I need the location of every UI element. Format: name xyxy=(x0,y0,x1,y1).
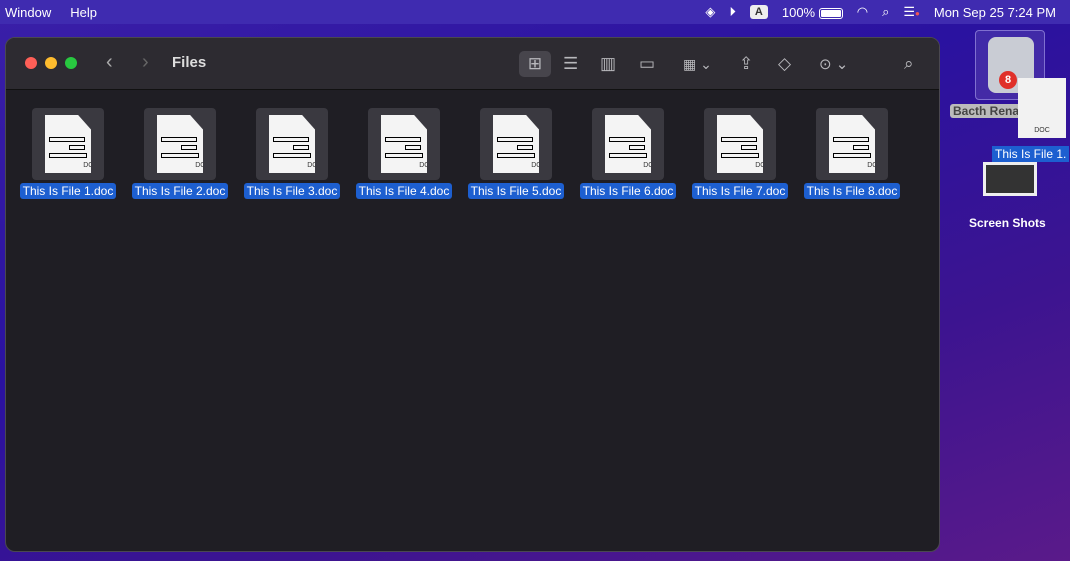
forward-icon[interactable]: › xyxy=(142,51,149,74)
file-thumbnail: DOC xyxy=(256,108,328,180)
battery-icon xyxy=(818,7,843,19)
menu-help[interactable]: Help xyxy=(70,5,97,20)
doc-icon: DOC xyxy=(829,115,875,173)
doc-icon: DOC xyxy=(381,115,427,173)
drag-label: This Is File 1. xyxy=(992,146,1070,162)
file-thumbnail: DOC xyxy=(704,108,776,180)
file-name: This Is File 5.doc xyxy=(467,183,565,199)
zoom-button[interactable] xyxy=(65,57,77,69)
file-item[interactable]: DOC This Is File 1.doc xyxy=(12,108,124,200)
doc-label: DOC xyxy=(307,162,323,169)
file-item[interactable]: DOC This Is File 2.doc xyxy=(124,108,236,200)
doc-icon: DOC xyxy=(717,115,763,173)
doc-label: DOC xyxy=(643,162,659,169)
icon-view-icon[interactable]: ⊞ xyxy=(519,51,551,77)
doc-label: DOC xyxy=(195,162,211,169)
more-actions-icon[interactable]: ⊙ ⌄ xyxy=(819,51,848,77)
doc-icon: DOC xyxy=(269,115,315,173)
file-name: This Is File 8.doc xyxy=(803,183,901,199)
folder-label[interactable]: Screen Shots xyxy=(969,216,1046,230)
file-thumbnail: DOC xyxy=(368,108,440,180)
file-item[interactable]: DOC This Is File 7.doc xyxy=(684,108,796,200)
file-name: This Is File 2.doc xyxy=(131,183,229,199)
menu-window[interactable]: Window xyxy=(5,5,51,20)
play-icon[interactable]: ⏵ xyxy=(729,4,736,20)
column-view-icon[interactable]: ▥ xyxy=(600,51,616,77)
gallery-view-icon[interactable]: ▭ xyxy=(639,51,655,77)
list-view-icon[interactable]: ☰ xyxy=(563,51,578,77)
doc-icon: DOC xyxy=(605,115,651,173)
wifi-icon[interactable]: ◠ xyxy=(857,4,868,20)
file-name: This Is File 6.doc xyxy=(579,183,677,199)
doc-label: DOC xyxy=(531,162,547,169)
back-icon[interactable]: ‹ xyxy=(106,51,113,74)
doc-label: DOC xyxy=(755,162,771,169)
file-item[interactable]: DOC This Is File 5.doc xyxy=(460,108,572,200)
doc-label: DOC xyxy=(867,162,883,169)
window-title: Files xyxy=(172,54,207,71)
screenshots-folder-icon[interactable] xyxy=(983,162,1037,196)
file-thumbnail: DOC xyxy=(480,108,552,180)
file-thumbnail: DOC xyxy=(32,108,104,180)
spotlight-icon[interactable]: ⌕ xyxy=(882,4,889,20)
file-thumbnail: DOC xyxy=(816,108,888,180)
doc-icon: DOC xyxy=(493,115,539,173)
tag-icon[interactable]: ◇ xyxy=(778,51,791,77)
app-label[interactable]: Bacth Rena xyxy=(950,104,1023,118)
clock[interactable]: Mon Sep 25 7:24 PM xyxy=(934,5,1056,20)
file-thumbnail: DOC xyxy=(592,108,664,180)
file-item[interactable]: DOC This Is File 3.doc xyxy=(236,108,348,200)
doc-label: DOC xyxy=(83,162,99,169)
minimize-button[interactable] xyxy=(45,57,57,69)
file-thumbnail: DOC xyxy=(144,108,216,180)
battery-status[interactable]: 100% xyxy=(782,5,843,20)
layers-icon[interactable]: ◈ xyxy=(705,4,715,20)
dragged-doc-icon: DOC xyxy=(1018,78,1066,138)
file-item[interactable]: DOC This Is File 6.doc xyxy=(572,108,684,200)
doc-label: DOC xyxy=(1034,127,1050,134)
group-icon[interactable]: ▦ ⌄ xyxy=(683,51,712,77)
file-name: This Is File 4.doc xyxy=(355,183,453,199)
doc-icon: DOC xyxy=(45,115,91,173)
toolbar: ‹ › Files ⊞ ☰ ▥ ▭ ▦ ⌄ ⇪ ◇ ⊙ ⌄ ⌕ xyxy=(6,38,939,90)
control-center-icon[interactable]: ☰● xyxy=(903,4,920,20)
file-name: This Is File 1.doc xyxy=(19,183,117,199)
close-button[interactable] xyxy=(25,57,37,69)
search-icon[interactable]: ⌕ xyxy=(904,51,914,77)
battery-percent: 100% xyxy=(781,4,816,20)
file-item[interactable]: DOC This Is File 8.doc xyxy=(796,108,908,200)
finder-window: ‹ › Files ⊞ ☰ ▥ ▭ ▦ ⌄ ⇪ ◇ ⊙ ⌄ ⌕ DOC This… xyxy=(5,37,940,552)
count-badge: 8 xyxy=(999,71,1017,89)
file-item[interactable]: DOC This Is File 4.doc xyxy=(348,108,460,200)
doc-label: DOC xyxy=(419,162,435,169)
menu-bar: Window Help ◈ ⏵ A 100% ◠ ⌕ ☰● Mon Sep 25… xyxy=(0,0,1070,24)
file-name: This Is File 3.doc xyxy=(243,183,341,199)
share-icon[interactable]: ⇪ xyxy=(739,51,753,77)
file-name: This Is File 7.doc xyxy=(691,183,789,199)
input-source[interactable]: A xyxy=(749,5,768,19)
doc-icon: DOC xyxy=(157,115,203,173)
